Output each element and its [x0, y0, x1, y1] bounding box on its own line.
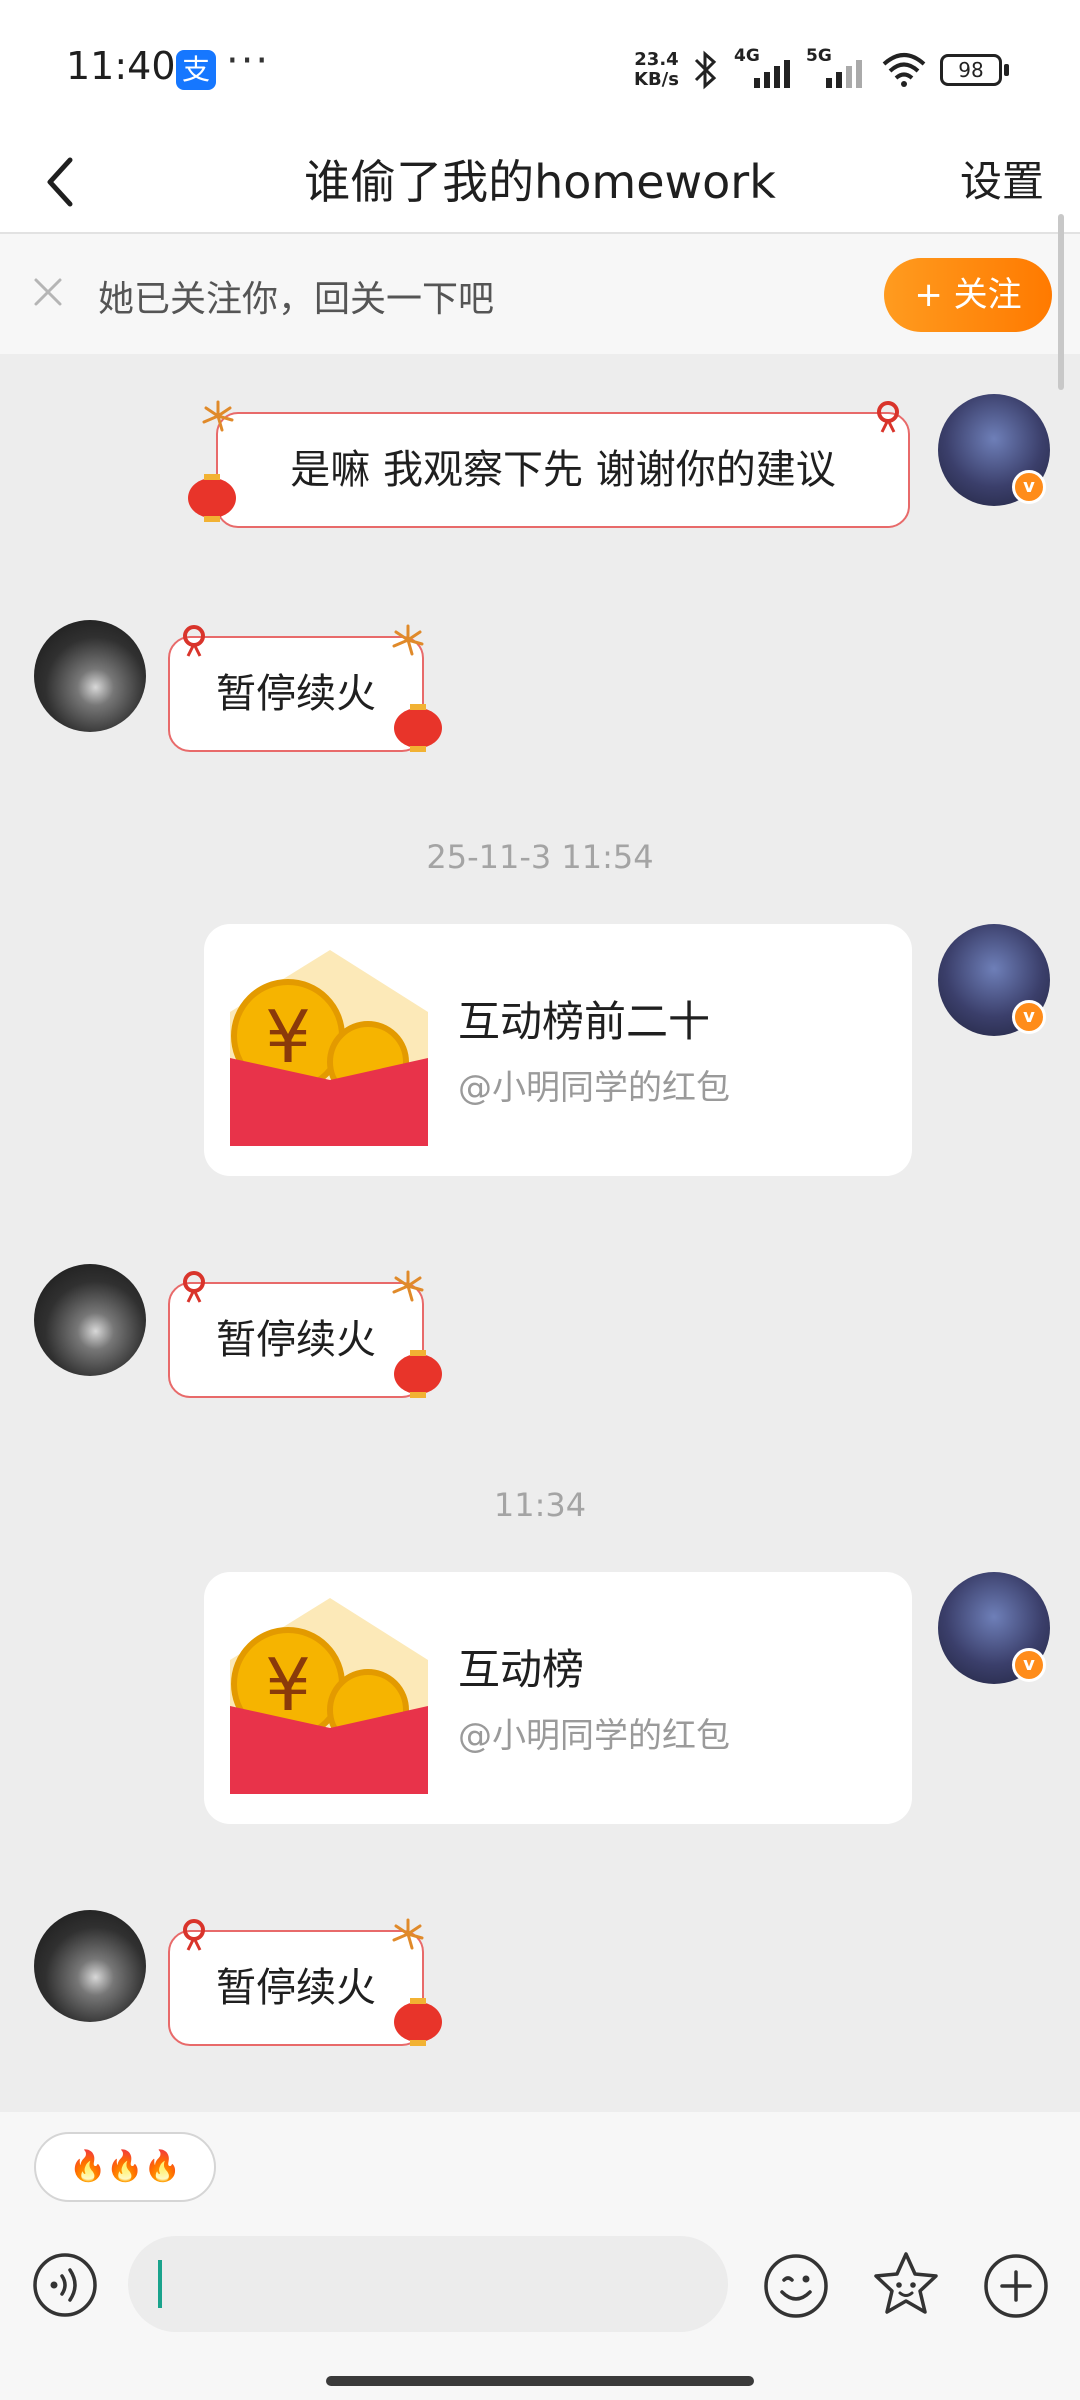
message-text: 暂停续火 [216, 1965, 376, 2011]
close-icon[interactable] [30, 274, 66, 310]
firework-ornament-icon [392, 624, 424, 656]
battery-tip [1004, 64, 1009, 76]
firework-ornament-icon [392, 1918, 424, 1950]
knot-ornament-icon [183, 1271, 205, 1303]
battery-level: 98 [958, 58, 984, 82]
message-text: 暂停续火 [216, 1317, 376, 1363]
knot-ornament-icon [183, 625, 205, 657]
knot-ornament-icon [183, 1919, 205, 1951]
network-speed-unit: KB/s [634, 69, 679, 90]
voice-icon[interactable] [32, 2252, 98, 2318]
message-timestamp: 11:34 [493, 1486, 587, 1524]
contact-avatar[interactable] [34, 1264, 146, 1376]
home-indicator[interactable] [326, 2376, 754, 2386]
composer-area: 🔥🔥🔥 [0, 2112, 1080, 2400]
bluetooth-icon [694, 50, 717, 90]
firework-ornament-icon [392, 1270, 424, 1302]
emoji-icon[interactable] [762, 2252, 830, 2320]
message-input[interactable] [128, 2236, 728, 2332]
follow-back-text: 她已关注你，回关一下吧 [98, 279, 495, 320]
lantern-icon [394, 704, 442, 752]
battery-icon: 98 [940, 54, 1002, 86]
quick-reply-chip[interactable]: 🔥🔥🔥 [34, 2132, 216, 2202]
status-bar: 11:40 支 ··· 23.4 KB/s 4G 5G 98 [0, 0, 1080, 130]
red-packet-card[interactable]: ¥ 互动榜前二十 @小明同学的红包 [204, 924, 912, 1176]
red-packet-sender: @小明同学的红包 [458, 1716, 730, 1756]
contact-avatar[interactable] [34, 620, 146, 732]
message-text: 暂停续火 [216, 671, 376, 717]
sticker-icon[interactable] [870, 2248, 942, 2320]
knot-ornament-icon [877, 401, 899, 433]
red-packet-sender: @小明同学的红包 [458, 1068, 730, 1108]
network-speed: 23.4 KB/s [634, 50, 679, 90]
scroll-indicator[interactable] [1058, 214, 1064, 390]
follow-button[interactable]: + 关注 [884, 258, 1052, 332]
lantern-icon [394, 1998, 442, 2046]
chat-screen: 11:40 支 ··· 23.4 KB/s 4G 5G 98 谁偷了我的home… [0, 0, 1080, 2400]
follow-back-banner: 她已关注你，回关一下吧 + 关注 [0, 234, 1080, 354]
chat-header: 谁偷了我的homework 设置 [0, 130, 1080, 234]
status-time: 11:40 [66, 44, 176, 88]
firework-ornament-icon [202, 400, 234, 432]
verified-badge: v [1012, 1648, 1046, 1682]
svg-text:¥: ¥ [265, 995, 311, 1079]
red-packet-card[interactable]: ¥ 互动榜 @小明同学的红包 [204, 1572, 912, 1824]
verified-badge: v [1012, 1000, 1046, 1034]
message-timestamp: 25-11-3 11:54 [426, 838, 654, 876]
network-speed-value: 23.4 [634, 49, 679, 70]
red-packet-icon: ¥ [230, 1598, 428, 1794]
message-text: 是嘛 我观察下先 谢谢你的建议 [290, 447, 836, 493]
red-packet-title: 互动榜前二十 [458, 997, 711, 1046]
message-bubble-self[interactable]: 是嘛 我观察下先 谢谢你的建议 [216, 412, 910, 528]
svg-text:¥: ¥ [265, 1643, 311, 1727]
signal-4g-icon [754, 60, 790, 88]
plus-icon[interactable] [982, 2252, 1050, 2320]
lantern-icon [394, 1350, 442, 1398]
chat-title: 谁偷了我的homework [304, 155, 776, 209]
red-packet-title: 互动榜 [458, 1645, 585, 1694]
red-packet-icon: ¥ [230, 950, 428, 1146]
text-cursor [158, 2260, 162, 2308]
alipay-icon: 支 [176, 50, 216, 90]
settings-button[interactable]: 设置 [960, 148, 1044, 209]
verified-badge: v [1012, 470, 1046, 504]
lantern-icon [188, 474, 236, 522]
wifi-icon [882, 53, 926, 87]
signal-5g-icon [826, 60, 862, 88]
contact-avatar[interactable] [34, 1910, 146, 2022]
more-notifications-icon: ··· [226, 38, 271, 84]
